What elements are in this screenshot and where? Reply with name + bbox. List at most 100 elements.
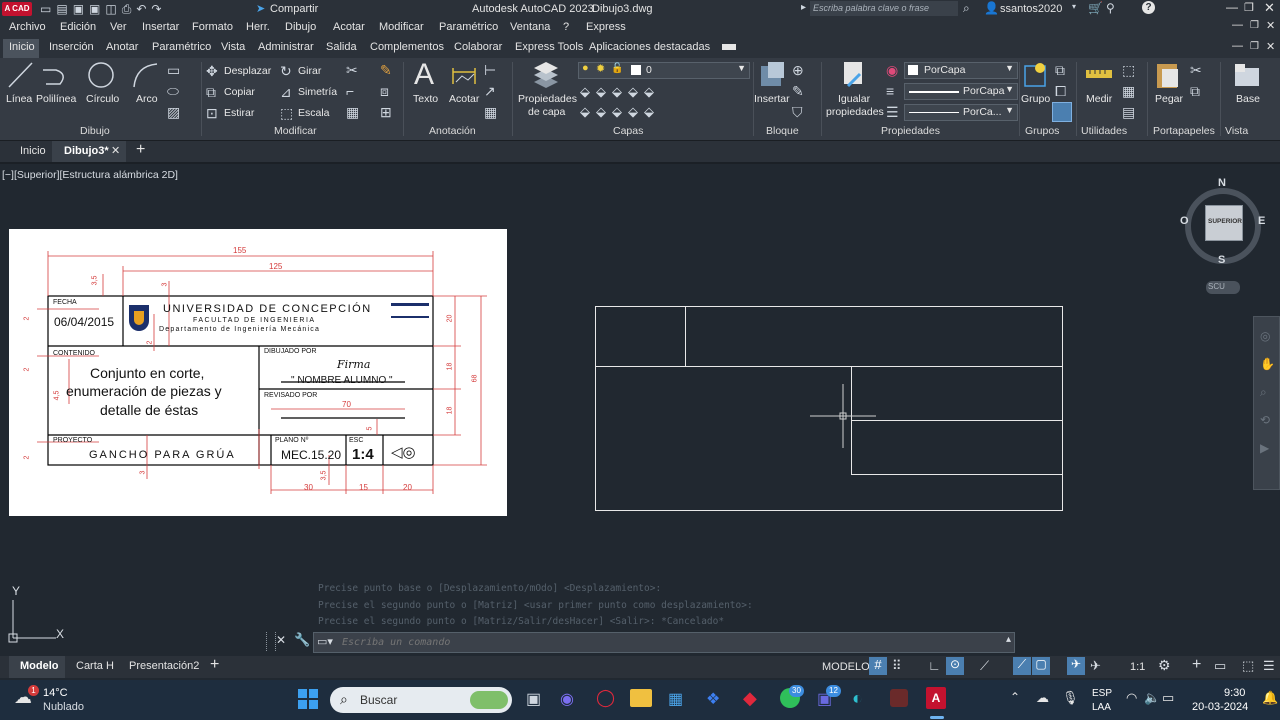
open-file-icon[interactable]: ▤ [56, 2, 72, 16]
command-line-grip[interactable] [266, 632, 276, 651]
edge-icon[interactable]: ◐ [852, 688, 863, 709]
viewcube-east[interactable]: E [1258, 215, 1265, 227]
tab-colaborar[interactable]: Colaborar [454, 41, 502, 53]
list-icon[interactable]: ▤ [1122, 104, 1135, 121]
mirror-label[interactable]: Simetría [298, 86, 337, 98]
communication-icon[interactable]: ⚲ [1106, 1, 1115, 15]
save-as-icon[interactable]: ▣ [89, 2, 105, 16]
model-space-button[interactable]: MODELO [822, 661, 870, 673]
tab-inicio[interactable]: Inicio [9, 41, 35, 53]
doc-minimize-icon[interactable]: — [1232, 19, 1243, 31]
group-label[interactable]: Grupo [1021, 93, 1050, 105]
object-snap-icon[interactable]: ▢ [1032, 657, 1050, 675]
menu-edicion[interactable]: Edición [60, 21, 96, 33]
doc-close-icon[interactable]: ✕ [1266, 19, 1275, 32]
new-file-icon[interactable]: ▭ [40, 2, 56, 16]
annotation-visibility-icon[interactable]: ✈ [1067, 657, 1085, 675]
clean-screen-icon[interactable]: ⬚ [1242, 658, 1254, 674]
file-explorer-icon[interactable] [630, 689, 652, 707]
menu-insertar[interactable]: Insertar [142, 21, 179, 33]
annotation-scale[interactable]: 1:1 [1130, 661, 1145, 673]
copy-clip-icon[interactable]: ⧉ [1190, 83, 1200, 100]
undo-icon[interactable]: ↶ [136, 2, 151, 16]
scale-icon[interactable]: ⬚ [280, 105, 293, 122]
panel-bloque[interactable]: Bloque [766, 125, 799, 137]
hatch-icon[interactable]: ⬭ [167, 83, 179, 100]
tab-salida[interactable]: Salida [326, 41, 357, 53]
windows-start-icon[interactable] [298, 689, 318, 709]
autocad-taskbar-icon[interactable]: A [926, 687, 946, 709]
polar-icon[interactable]: ⊙ [946, 657, 964, 675]
temperature[interactable]: 14°C [43, 687, 68, 699]
copy-label[interactable]: Copiar [224, 86, 255, 98]
layer-properties-label-2[interactable]: de capa [528, 106, 565, 118]
match-properties-icon[interactable] [840, 60, 868, 90]
close-tab-icon[interactable]: ✕ [111, 144, 120, 157]
panel-utilidades[interactable]: Utilidades [1081, 125, 1127, 137]
wifi-icon[interactable]: ◠ [1126, 690, 1137, 706]
grid-icon[interactable]: # [869, 657, 887, 675]
tab-express-tools[interactable]: Express Tools [515, 41, 583, 53]
mirror-icon[interactable]: ⊿ [280, 84, 292, 101]
ungroup-icon[interactable]: ⧉ [1055, 62, 1065, 79]
layer-dropdown[interactable]: ● ✹ 🔓 0 ▼ [578, 62, 750, 79]
share-button[interactable]: Compartir [270, 3, 318, 15]
edit-attributes-icon[interactable]: ⛉ [792, 104, 803, 121]
menu-formato[interactable]: Formato [192, 21, 233, 33]
command-expand-icon[interactable]: ▴ [1006, 634, 1011, 645]
tab-insercion[interactable]: Inserción [49, 41, 94, 53]
region-icon[interactable]: ▨ [167, 104, 180, 121]
menu-ver[interactable]: Ver [110, 21, 127, 33]
menu-express[interactable]: Express [586, 21, 626, 33]
lineweight-dropdown[interactable]: PorCa... ▼ [904, 104, 1018, 121]
layer-properties-label[interactable]: Propiedades [518, 93, 577, 105]
volume-icon[interactable]: 🔈 [1144, 690, 1160, 706]
web-icon[interactable]: ◫ [105, 2, 121, 16]
meet-icon[interactable]: ◉ [560, 689, 574, 709]
array-icon[interactable]: ▦ [346, 104, 359, 121]
move-icon[interactable]: ✥ [206, 63, 218, 80]
dimension-icon[interactable] [450, 62, 478, 88]
full-navigation-wheel-icon[interactable]: ◎ [1260, 329, 1270, 343]
layout-tab-presentacion2[interactable]: Presentación2 [129, 660, 199, 672]
viewcube[interactable]: SUPERIOR N S E O [1180, 177, 1265, 266]
stretch-icon[interactable]: ⊡ [206, 105, 218, 122]
user-icon[interactable]: 👤 [984, 1, 999, 15]
panel-propiedades[interactable]: Propiedades [881, 125, 940, 137]
zoom-extents-icon[interactable]: ⌕ [1260, 385, 1267, 400]
ribbon-toggle-icon[interactable] [722, 44, 736, 50]
move-label[interactable]: Desplazar [224, 65, 271, 77]
cut-icon[interactable]: ✂ [1190, 62, 1202, 79]
base-view-icon[interactable] [1232, 62, 1262, 90]
layer-properties-icon[interactable] [530, 60, 562, 90]
isodraft-icon[interactable]: ⟋ [980, 658, 989, 674]
arc-label[interactable]: Arco [136, 93, 158, 105]
doc-tab-dibujo3[interactable]: Dibujo3* [64, 145, 109, 157]
tab-anotar[interactable]: Anotar [106, 41, 138, 53]
menu-help[interactable]: ? [563, 21, 569, 33]
save-icon[interactable]: ▣ [73, 2, 89, 16]
app-cad-icon[interactable] [890, 689, 908, 707]
cart-icon[interactable]: 🛒 [1088, 1, 1103, 15]
edit-block-icon[interactable]: ✎ [792, 83, 804, 100]
layer-tool-icon[interactable]: ⬙⬙⬙⬙⬙ [580, 104, 660, 119]
text-label[interactable]: Texto [413, 93, 438, 105]
annotation-monitor-icon[interactable]: + [1192, 656, 1201, 674]
ribbon-restore-icon[interactable]: ❐ [1250, 41, 1259, 52]
line-icon[interactable] [6, 60, 34, 90]
user-chevron-icon[interactable]: ▾ [1072, 2, 1076, 11]
task-view-icon[interactable]: ▣ [526, 689, 541, 709]
customize-command-icon[interactable]: 🔧 [294, 632, 310, 648]
panel-vista[interactable]: Vista [1225, 125, 1248, 137]
group-edit-icon[interactable]: ⧠ [1055, 83, 1066, 100]
copy-icon[interactable]: ⧉ [206, 84, 216, 101]
cloud-icon[interactable]: ☁ [1036, 690, 1049, 706]
weather-text[interactable]: Nublado [43, 701, 84, 713]
tab-aplicaciones[interactable]: Aplicaciones destacadas [589, 41, 710, 53]
workspace-gear-icon[interactable]: ⚙ [1158, 657, 1171, 674]
ribbon-minimize-icon[interactable]: — [1232, 40, 1243, 52]
command-prompt-icon[interactable]: ▭▾ [317, 635, 333, 648]
insert-label[interactable]: Insertar [754, 93, 790, 105]
new-tab-icon[interactable]: + [136, 141, 145, 159]
search-icon[interactable]: ⌕ [963, 1, 970, 16]
